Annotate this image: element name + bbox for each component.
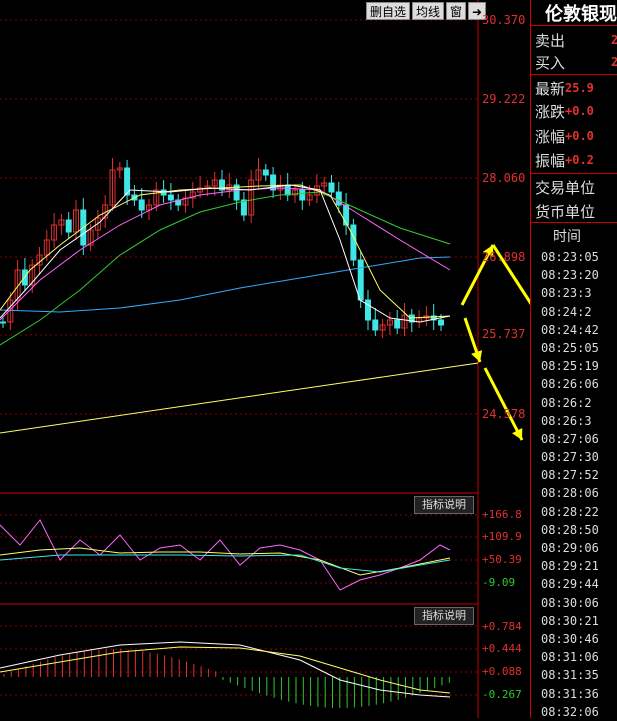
stock-title: 伦敦银现 <box>545 4 617 25</box>
trend-line <box>0 362 479 434</box>
indicator2-axis-label: +0.088 <box>482 665 522 678</box>
amplitude-value: +0.2 <box>565 153 594 167</box>
indicator2-axis-label: +0.444 <box>482 642 522 655</box>
candle-body <box>394 319 401 329</box>
tick-time: 08:28:50 <box>541 522 599 537</box>
divider <box>531 222 617 223</box>
tick-time: 08:23:05 <box>541 250 599 264</box>
tick-time: 08:28:06 <box>541 486 599 501</box>
candle-body <box>357 259 364 301</box>
candle-body <box>350 224 357 261</box>
candle-body <box>365 299 371 321</box>
latest-value: 25.9 <box>565 81 594 95</box>
tick-time: 08:30:46 <box>541 631 599 646</box>
tick-time: 08:26:06 <box>541 377 599 392</box>
kline-chart-area[interactable]: 删自选 均线 窗 ➜ 指标说明 指标说明 <box>0 0 602 718</box>
tick-time: 08:25:05 <box>541 340 599 355</box>
latest-label: 最新 <box>535 80 566 98</box>
candle-body <box>284 184 291 196</box>
quote-panel: 伦敦银现 卖出 2 买入 2 最新 25.9 涨跌 +0.0 涨幅 +0.0 振… <box>530 0 617 721</box>
ma10-line <box>0 184 451 319</box>
tick-time: 08:31:36 <box>541 686 599 701</box>
tick-time: 08:29:06 <box>541 541 599 555</box>
change-pct-label: 涨幅 <box>535 128 566 146</box>
change-pct-value: +0.0 <box>565 129 594 143</box>
tick-time: 08:31:06 <box>541 650 599 665</box>
candle-body <box>0 321 6 324</box>
tick-time: 08:29:44 <box>541 577 599 592</box>
cci-baseline <box>0 554 451 573</box>
indicator1-axis-label: +109.9 <box>482 530 522 543</box>
tick-time: 08:30:06 <box>541 595 599 610</box>
candle-body <box>167 194 174 201</box>
candle-body <box>65 219 72 233</box>
candle-body <box>343 204 350 226</box>
kline-chart-svg[interactable] <box>0 0 617 718</box>
tick-time: 08:29:21 <box>541 559 599 574</box>
candle-body <box>299 189 306 201</box>
tick-time: 08:26:2 <box>541 395 592 410</box>
delete-watchlist-button[interactable]: 删自选 <box>366 2 411 20</box>
indicator-help-button-2[interactable]: 指标说明 <box>414 607 474 625</box>
macd-dif-line <box>0 641 451 698</box>
tick-time: 08:32:06 <box>541 704 599 719</box>
tick-time: 08:24:2 <box>541 304 592 319</box>
indicator2-axis-label: -0.267 <box>482 688 522 701</box>
tick-time: 08:31:35 <box>541 668 599 683</box>
buy-value: 2 <box>611 55 617 69</box>
divider <box>531 173 617 174</box>
candle-body <box>240 199 247 216</box>
y-axis-label: 29.222 <box>482 92 526 106</box>
ma20-line <box>0 187 451 321</box>
indicator-help-button-1[interactable]: 指标说明 <box>414 496 474 514</box>
annotation-arrow <box>483 367 524 441</box>
window-button[interactable]: 窗 <box>446 2 467 20</box>
change-value: +0.0 <box>565 104 594 118</box>
tick-time: 08:24:42 <box>541 322 599 337</box>
tick-time: 08:23:3 <box>541 286 592 301</box>
indicator2-axis-label: +0.784 <box>482 620 522 633</box>
y-axis-label: 26.898 <box>482 250 526 264</box>
candle-body <box>372 319 379 331</box>
buy-label: 买入 <box>535 54 566 72</box>
y-axis-label: 24.578 <box>482 407 526 421</box>
chart-toolbar: 删自选 均线 窗 ➜ <box>366 2 487 20</box>
tick-time: 08:27:06 <box>541 431 599 446</box>
tick-time: 08:27:30 <box>541 450 599 465</box>
divider <box>531 25 617 26</box>
y-axis-label: 30.370 <box>482 13 526 27</box>
divider <box>531 74 617 75</box>
change-label: 涨跌 <box>535 103 566 121</box>
tick-time: 08:30:21 <box>541 613 599 628</box>
tick-time: 08:27:52 <box>541 468 599 483</box>
tick-time: 08:28:22 <box>541 504 599 519</box>
candle-body <box>328 182 335 193</box>
ma60-line <box>0 256 451 313</box>
tick-time: 08:26:3 <box>541 413 592 428</box>
candle-body <box>438 319 444 326</box>
candle-body <box>138 199 145 211</box>
indicator1-axis-label: +166.8 <box>482 508 522 521</box>
amplitude-label: 振幅 <box>535 152 566 170</box>
tick-time: 08:23:20 <box>541 268 599 283</box>
indicator1-axis-label: -9.09 <box>482 576 516 589</box>
sell-label: 卖出 <box>535 32 566 50</box>
moving-average-button[interactable]: 均线 <box>412 2 445 20</box>
y-axis-label: 25.737 <box>482 327 526 341</box>
sell-value: 2 <box>611 33 617 47</box>
time-column-header: 时间 <box>553 229 581 245</box>
y-axis-label: 28.060 <box>482 171 526 185</box>
tick-time-list: 08:23:05 08:23:20 08:23:3 08:24:2 08:24:42 08… <box>541 248 599 721</box>
tick-time: 08:25:19 <box>541 359 599 374</box>
candle-body <box>262 169 269 176</box>
currency-unit-label: 货币单位 <box>535 203 596 221</box>
trade-unit-label: 交易单位 <box>535 179 596 197</box>
indicator1-axis-label: +50.39 <box>482 553 522 566</box>
